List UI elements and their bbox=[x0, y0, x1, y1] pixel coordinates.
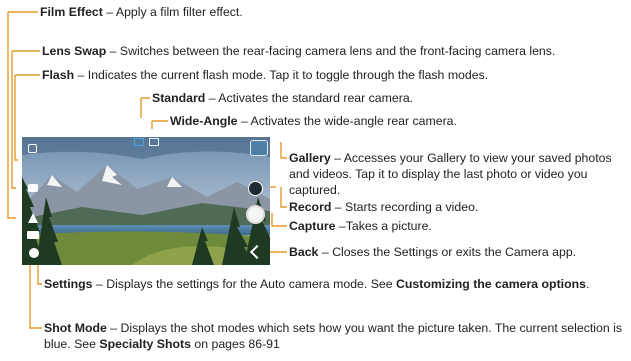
record-icon[interactable] bbox=[248, 181, 263, 196]
lens-swap-term: Lens Swap bbox=[42, 44, 107, 58]
capture-icon[interactable] bbox=[246, 205, 265, 224]
record-term: Record bbox=[289, 200, 332, 214]
shot-mode-icon[interactable] bbox=[27, 231, 39, 239]
standard-term: Standard bbox=[152, 91, 206, 105]
film-effect-term: Film Effect bbox=[40, 5, 103, 19]
settings-tail: . bbox=[585, 277, 590, 291]
record-annotation: Record – Starts recording a video. bbox=[289, 199, 478, 215]
back-term: Back bbox=[289, 245, 319, 259]
wide-angle-lens-icon[interactable] bbox=[149, 138, 159, 146]
back-description: – Closes the Settings or exits the Camer… bbox=[318, 245, 577, 259]
lens-swap-annotation: Lens Swap – Switches between the rear-fa… bbox=[42, 43, 555, 59]
shot-mode-tail: on pages 86-91 bbox=[190, 337, 280, 351]
shot-mode-cross-reference[interactable]: Specialty Shots bbox=[99, 337, 191, 351]
capture-description: –Takes a picture. bbox=[335, 219, 432, 233]
standard-annotation: Standard – Activates the standard rear c… bbox=[152, 90, 413, 106]
settings-annotation: Settings – Displays the settings for the… bbox=[44, 276, 614, 292]
shot-mode-term: Shot Mode bbox=[44, 321, 107, 335]
gallery-leader bbox=[280, 142, 287, 159]
capture-annotation: Capture –Takes a picture. bbox=[289, 218, 432, 234]
lens-swap-description: – Switches between the rear-facing camer… bbox=[106, 44, 556, 58]
settings-icon[interactable] bbox=[29, 248, 39, 258]
wide-angle-annotation: Wide-Angle – Activates the wide-angle re… bbox=[170, 113, 457, 129]
wide-angle-leader bbox=[151, 120, 168, 129]
gallery-thumbnail[interactable] bbox=[250, 140, 268, 156]
standard-leader bbox=[140, 97, 150, 118]
flash-description: – Indicates the current flash mode. Tap … bbox=[74, 68, 489, 82]
manual-page: { "annotations": { "film_effect": { "nam… bbox=[0, 0, 631, 361]
lens-swap-icon[interactable] bbox=[28, 184, 38, 192]
film-effect-description: – Apply a film filter effect. bbox=[102, 5, 243, 19]
record-description: – Starts recording a video. bbox=[331, 200, 479, 214]
film-effect-annotation: Film Effect – Apply a film filter effect… bbox=[40, 4, 243, 20]
capture-leader bbox=[271, 213, 287, 227]
settings-leader bbox=[37, 263, 42, 285]
shot-mode-leader bbox=[29, 262, 42, 329]
landscape-photo bbox=[22, 137, 270, 265]
gallery-annotation: Gallery – Accesses your Gallery to view … bbox=[289, 150, 619, 198]
settings-cross-reference[interactable]: Customizing the camera options bbox=[396, 277, 586, 291]
record-leader-vertical bbox=[280, 187, 287, 208]
wide-angle-description: – Activates the wide-angle rear camera. bbox=[237, 114, 457, 128]
gallery-term: Gallery bbox=[289, 151, 331, 165]
camera-viewfinder bbox=[22, 137, 270, 265]
standard-description: – Activates the standard rear camera. bbox=[205, 91, 414, 105]
wide-angle-term: Wide-Angle bbox=[170, 114, 238, 128]
flash-annotation: Flash – Indicates the current flash mode… bbox=[42, 67, 488, 83]
shot-mode-annotation: Shot Mode – Displays the shot modes whic… bbox=[44, 320, 624, 352]
flash-icon[interactable] bbox=[28, 144, 37, 153]
flash-term: Flash bbox=[42, 68, 75, 82]
standard-lens-icon[interactable] bbox=[134, 138, 144, 146]
settings-term: Settings bbox=[44, 277, 93, 291]
gallery-description: – Accesses your Gallery to view your sav… bbox=[289, 151, 612, 197]
settings-description: – Displays the settings for the Auto cam… bbox=[92, 277, 396, 291]
capture-term: Capture bbox=[289, 219, 336, 233]
back-annotation: Back – Closes the Settings or exits the … bbox=[289, 244, 576, 260]
